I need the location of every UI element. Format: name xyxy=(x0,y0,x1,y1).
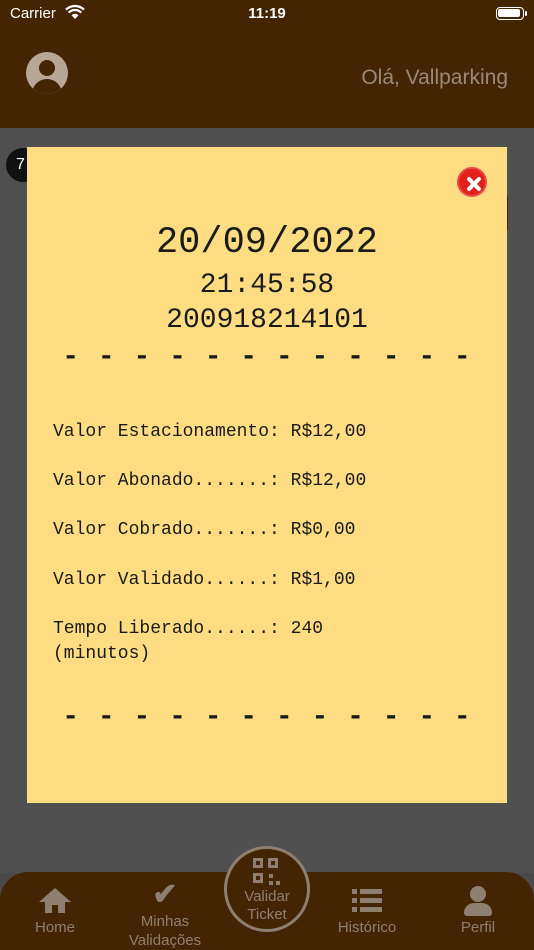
ticket-date: 20/09/2022 xyxy=(155,222,379,264)
avatar-body xyxy=(32,79,62,94)
ticket-line-valor-estacionamento: Valor Estacionamento: R$12,00 xyxy=(53,422,367,442)
validar-ticket-label-line1: Validar xyxy=(244,888,290,905)
tab-minhas-label-line2: Validações xyxy=(128,932,202,949)
tab-minhas-validacoes[interactable]: ✔ Minhas Validações xyxy=(120,880,210,950)
tab-home-label: Home xyxy=(34,919,75,936)
battery-icon xyxy=(496,7,527,20)
ticket-modal: 20/09/2022 21:45:58 200918214101 - - - -… xyxy=(27,147,507,803)
tab-historico-label: Histórico xyxy=(337,919,397,936)
tab-minhas-label-line1: Minhas xyxy=(140,913,190,930)
validar-ticket-button[interactable]: Validar Ticket xyxy=(224,846,310,932)
ticket-separator-bottom: - - - - - - - - - - - - xyxy=(62,702,472,733)
qr-code-icon xyxy=(253,858,281,886)
ticket-line-valor-validado: Valor Validado......: R$1,00 xyxy=(53,570,356,590)
status-time: 11:19 xyxy=(248,5,286,22)
home-icon xyxy=(39,886,71,916)
close-icon[interactable] xyxy=(457,167,487,197)
validar-ticket-label-line2: Ticket xyxy=(247,906,287,923)
avatar-head xyxy=(39,60,55,76)
app-header: Carrier 11:19 Olá, Vallparking xyxy=(0,0,534,128)
tab-perfil[interactable]: Perfil xyxy=(433,886,523,937)
ticket-time: 21:45:58 xyxy=(199,270,335,301)
ticket-line-valor-cobrado: Valor Cobrado.......: R$0,00 xyxy=(53,520,356,540)
ticket-separator-top: - - - - - - - - - - - - xyxy=(62,342,472,373)
ticket-line-valor-abonado: Valor Abonado.......: R$12,00 xyxy=(53,471,367,491)
person-icon xyxy=(462,886,494,916)
ticket-code: 200918214101 xyxy=(166,305,368,336)
tab-historico[interactable]: Histórico xyxy=(322,886,412,937)
ticket-line-tempo-liberado: Tempo Liberado......: 240 xyxy=(53,619,324,639)
check-icon: ✔ xyxy=(152,878,178,911)
greeting-text: Olá, Vallparking xyxy=(361,66,508,89)
avatar-icon[interactable] xyxy=(26,52,68,94)
status-bar: Carrier 11:19 xyxy=(0,0,534,28)
tab-perfil-label: Perfil xyxy=(460,919,496,936)
ticket-line-minutos: (minutos) xyxy=(53,644,151,664)
list-icon xyxy=(351,886,383,916)
tab-home[interactable]: Home xyxy=(10,886,100,937)
